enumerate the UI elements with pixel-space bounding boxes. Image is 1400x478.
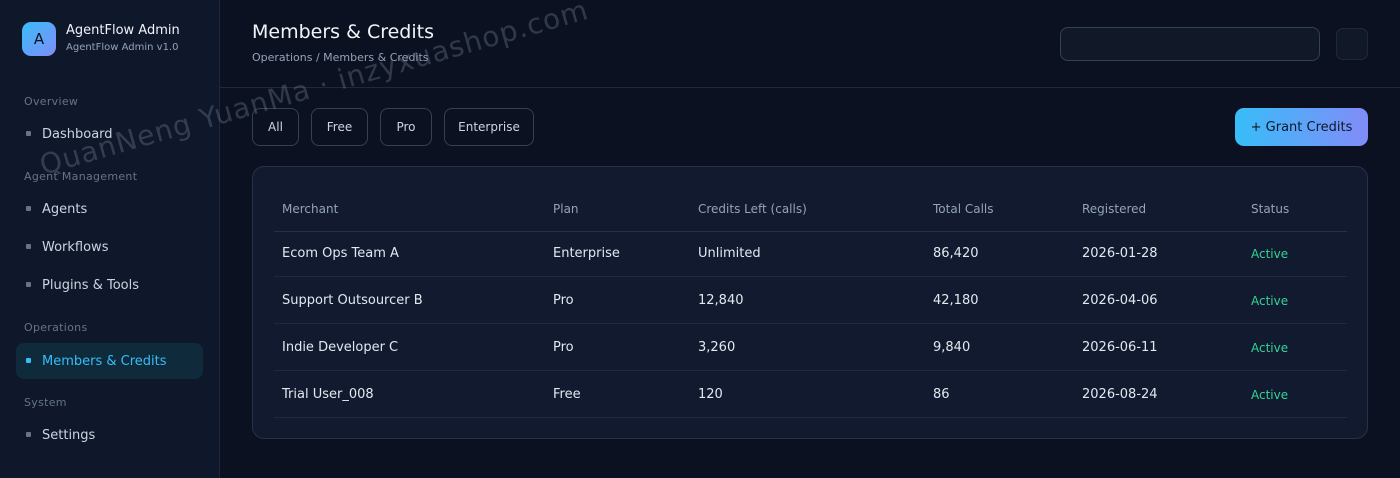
cell-credits-left: 3,260 — [698, 340, 736, 355]
brand-logo: A — [22, 22, 56, 56]
sidebar-item-label: Plugins & Tools — [42, 277, 139, 293]
sidebar-item-workflows[interactable]: Workflows — [16, 229, 203, 265]
cell-total-calls: 86 — [933, 387, 950, 402]
members-table-card: Merchant Plan Credits Left (calls) Total… — [252, 166, 1368, 439]
cell-merchant: Support Outsourcer B — [282, 293, 423, 308]
status-badge: Active — [1251, 340, 1289, 355]
sidebar: A AgentFlow Admin AgentFlow Admin v1.0 O… — [0, 0, 220, 478]
cell-registered: 2026-01-28 — [1082, 246, 1158, 261]
sidebar-item-label: Settings — [42, 427, 96, 443]
page-header: Members & Credits Operations / Members &… — [220, 0, 1400, 88]
table-row[interactable]: Trial User_008 Free 120 86 2026-08-24 Ac… — [274, 371, 1347, 418]
brand-version: AgentFlow Admin v1.0 — [66, 42, 179, 53]
cell-credits-left: 120 — [698, 387, 723, 402]
table-row[interactable]: Indie Developer C Pro 3,260 9,840 2026-0… — [274, 324, 1347, 371]
cell-credits-left: 12,840 — [698, 293, 744, 308]
filter-enterprise[interactable]: Enterprise — [444, 108, 534, 146]
square-dot-icon — [26, 358, 31, 363]
sidebar-item-dashboard[interactable]: Dashboard — [16, 116, 203, 152]
cell-plan: Free — [553, 387, 581, 402]
header-icon-button[interactable] — [1336, 28, 1368, 60]
column-header-credits-left[interactable]: Credits Left (calls) — [698, 185, 807, 232]
brand-name: AgentFlow Admin — [66, 23, 180, 38]
grant-credits-button[interactable]: + Grant Credits — [1235, 108, 1368, 146]
sidebar-item-label: Agents — [42, 201, 88, 217]
cell-credits-left: Unlimited — [698, 246, 761, 261]
table-header-row: Merchant Plan Credits Left (calls) Total… — [274, 185, 1347, 232]
column-header-total-calls[interactable]: Total Calls — [933, 185, 994, 232]
cell-total-calls: 42,180 — [933, 293, 979, 308]
app-root: A AgentFlow Admin AgentFlow Admin v1.0 O… — [0, 0, 1400, 478]
cell-plan: Pro — [553, 340, 574, 355]
cell-registered: 2026-08-24 — [1082, 387, 1158, 402]
table-row[interactable]: Ecom Ops Team A Enterprise Unlimited 86,… — [274, 230, 1347, 277]
table-row[interactable]: Support Outsourcer B Pro 12,840 42,180 2… — [274, 277, 1347, 324]
sidebar-item-members-credits[interactable]: Members & Credits — [16, 343, 203, 379]
cell-merchant: Ecom Ops Team A — [282, 246, 399, 261]
section-title-system: System — [24, 396, 67, 409]
cell-total-calls: 9,840 — [933, 340, 971, 355]
sidebar-item-label: Members & Credits — [42, 353, 167, 369]
filter-all[interactable]: All — [252, 108, 299, 146]
cell-merchant: Trial User_008 — [282, 387, 374, 402]
cell-plan: Enterprise — [553, 246, 620, 261]
brand[interactable]: A AgentFlow Admin AgentFlow Admin v1.0 — [22, 22, 180, 56]
cell-plan: Pro — [553, 293, 574, 308]
section-title-overview: Overview — [24, 95, 79, 108]
square-dot-icon — [26, 131, 31, 136]
page-title: Members & Credits — [252, 21, 434, 43]
section-title-operations: Operations — [24, 321, 88, 334]
search-input[interactable] — [1060, 27, 1320, 61]
column-header-merchant[interactable]: Merchant — [282, 185, 338, 232]
breadcrumb: Operations / Members & Credits — [252, 51, 429, 64]
square-dot-icon — [26, 282, 31, 287]
cell-registered: 2026-06-11 — [1082, 340, 1158, 355]
cell-registered: 2026-04-06 — [1082, 293, 1158, 308]
sidebar-item-agents[interactable]: Agents — [16, 191, 203, 227]
column-header-status[interactable]: Status — [1251, 185, 1289, 232]
status-badge: Active — [1251, 293, 1289, 308]
sidebar-item-settings[interactable]: Settings — [16, 417, 203, 453]
section-title-agent-management: Agent Management — [24, 170, 138, 183]
status-badge: Active — [1251, 246, 1289, 261]
sidebar-item-label: Dashboard — [42, 126, 113, 142]
column-header-plan[interactable]: Plan — [553, 185, 579, 232]
sidebar-item-plugins-tools[interactable]: Plugins & Tools — [16, 267, 203, 303]
square-dot-icon — [26, 206, 31, 211]
filter-pro[interactable]: Pro — [380, 108, 432, 146]
cell-total-calls: 86,420 — [933, 246, 979, 261]
cell-merchant: Indie Developer C — [282, 340, 399, 355]
column-header-registered[interactable]: Registered — [1082, 185, 1146, 232]
square-dot-icon — [26, 244, 31, 249]
sidebar-item-label: Workflows — [42, 239, 109, 255]
filter-free[interactable]: Free — [311, 108, 368, 146]
square-dot-icon — [26, 432, 31, 437]
status-badge: Active — [1251, 387, 1289, 402]
